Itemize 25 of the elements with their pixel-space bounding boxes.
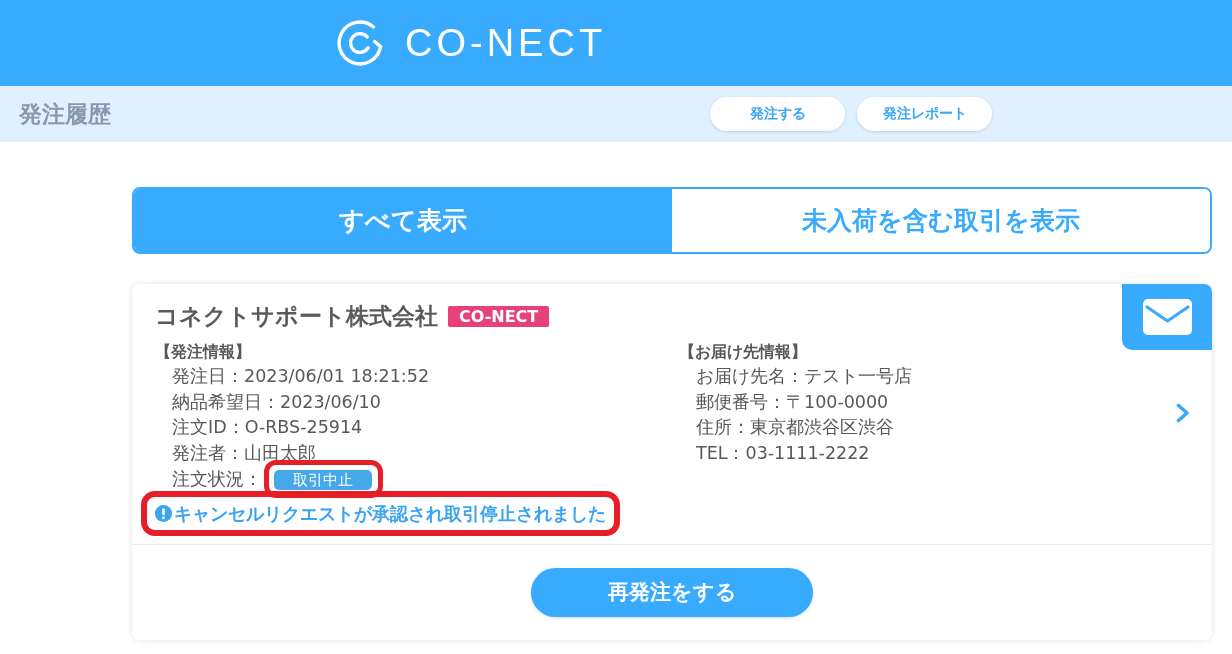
delivery-detail: お届け先名：テスト一号店 — [696, 365, 913, 388]
order-detail: 発注日：2023/06/01 18:21:52 — [172, 365, 431, 388]
chevron-right-icon[interactable] — [1176, 403, 1190, 424]
delivery-detail: 住所：東京都渋谷区渋谷 — [696, 416, 895, 440]
delivery-detail: 郵便番号：〒100-0000 — [696, 390, 890, 414]
order-detail: 注文ID：O-RBS-25914 — [172, 416, 364, 440]
order-detail: 納品希望日：2023/06/10 — [172, 390, 382, 414]
action-button[interactable]: 発注レポート — [857, 97, 992, 131]
status-badge: 取引中止 — [274, 469, 372, 490]
status-label: 注文状況： — [172, 467, 262, 491]
alert-icon — [155, 505, 172, 522]
section-heading: 【発注情報】 — [155, 341, 252, 363]
envelope-icon — [1142, 299, 1192, 335]
action-button[interactable]: 発注する — [710, 97, 845, 131]
page-title: 発注履歴 — [19, 99, 111, 129]
logo-icon — [337, 20, 383, 66]
company-name: コネクトサポート株式会社 — [155, 302, 438, 331]
section-heading: 【お届け先情報】 — [679, 341, 808, 363]
reorder-button[interactable]: 再発注をする — [531, 567, 813, 617]
company-tag: CO-NECT — [448, 305, 550, 327]
notice-text: キャンセルリクエストが承認され取引停止されました — [174, 501, 606, 526]
delivery-detail: TEL：03-1111-2222 — [696, 442, 871, 466]
mail-button[interactable] — [1122, 284, 1212, 350]
logo-text: CO-NECT — [405, 21, 607, 65]
filter-tab[interactable]: すべて表示 — [134, 189, 672, 252]
